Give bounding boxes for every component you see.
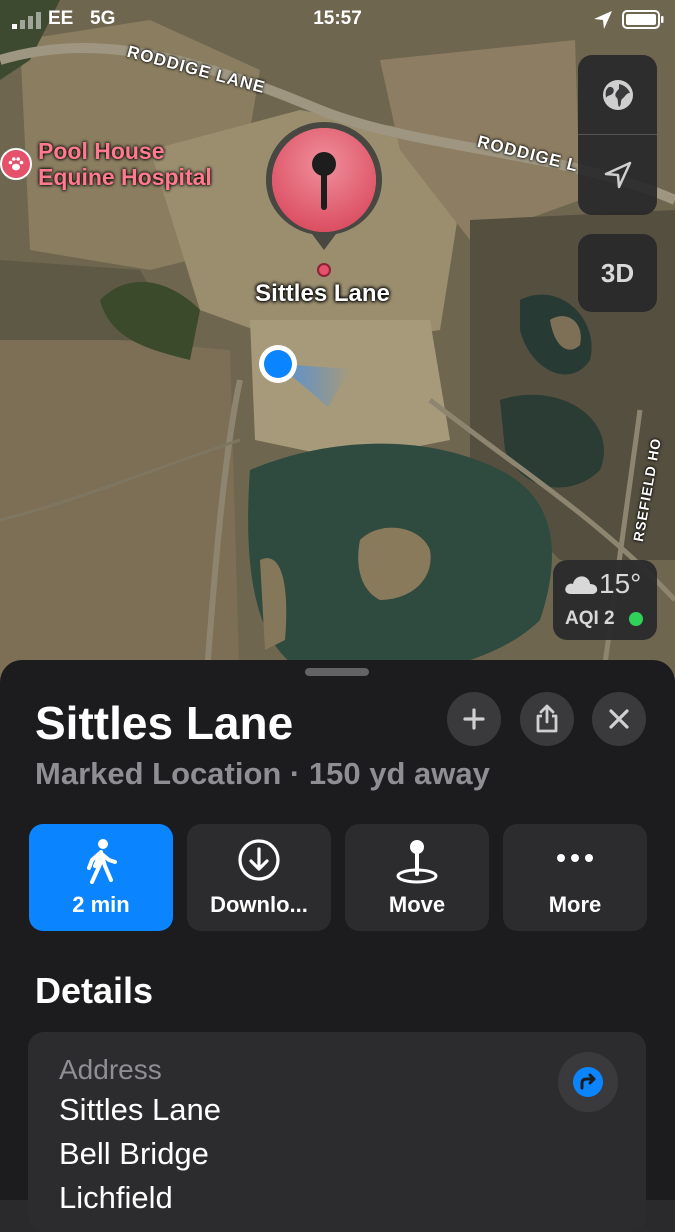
walk-icon <box>29 838 173 884</box>
battery-icon <box>622 10 664 29</box>
more-icon <box>503 838 647 884</box>
address-line: Lichfield <box>59 1180 173 1215</box>
move-pin-icon <box>345 838 489 884</box>
cloud-icon <box>565 576 598 594</box>
address-label: Address <box>59 1054 162 1085</box>
address-line: Bell Bridge <box>59 1136 209 1171</box>
weather-widget[interactable]: 15° AQI 2 <box>553 560 657 640</box>
action-label: Move <box>388 892 446 917</box>
address-directions-button[interactable] <box>558 1052 618 1112</box>
close-icon <box>609 709 629 729</box>
details-heading: Details <box>35 970 154 1011</box>
place-title: Sittles Lane <box>35 697 294 749</box>
clock: 15:57 <box>313 8 362 29</box>
map-controls <box>578 55 657 215</box>
action-label: More <box>548 892 602 917</box>
download-icon <box>187 838 331 884</box>
status-bar: EE 5G 15:57 <box>0 0 675 40</box>
close-button[interactable] <box>592 692 646 746</box>
address-line: Sittles Lane <box>59 1092 221 1127</box>
share-button[interactable] <box>520 692 574 746</box>
directions-icon <box>573 1067 603 1097</box>
track-location-button[interactable] <box>578 135 657 214</box>
poi-pool-house-equine-hospital[interactable]: Pool House Equine Hospital <box>0 138 212 190</box>
add-button[interactable] <box>447 692 501 746</box>
temperature: 15° <box>599 568 642 599</box>
air-quality-index: AQI 2 <box>565 608 615 629</box>
download-button[interactable]: Downlo... <box>187 824 331 931</box>
action-label: Downlo... <box>210 892 308 917</box>
location-services-icon <box>594 11 612 29</box>
current-location-dot[interactable] <box>256 343 366 413</box>
action-label: 2 min <box>72 892 130 917</box>
paw-icon <box>0 148 32 180</box>
place-card-sheet: Sittles Lane Marked Location · 150 yd aw… <box>0 660 675 1232</box>
map-mode-button[interactable] <box>578 55 657 134</box>
share-icon <box>536 704 558 733</box>
3d-toggle-button[interactable]: 3D <box>578 234 657 312</box>
move-pin-button[interactable]: Move <box>345 824 489 931</box>
globe-icon <box>602 79 633 110</box>
poi-name: Pool House Equine Hospital <box>38 138 212 190</box>
map-view[interactable]: EE 5G 15:57 RODDIGE LANE RODDIGE L RSEFI… <box>0 0 675 700</box>
marked-location-pin[interactable] <box>262 118 386 278</box>
pin-label: Sittles Lane <box>255 280 390 307</box>
directions-walk-button[interactable]: 2 min <box>29 824 173 931</box>
aqi-status-dot <box>629 612 643 626</box>
place-subtitle: Marked Location · 150 yd away <box>35 756 490 791</box>
more-button[interactable]: More <box>503 824 647 931</box>
address-card[interactable]: Address Sittles Lane Bell Bridge Lichfie… <box>28 1032 646 1232</box>
plus-icon <box>463 708 485 730</box>
sheet-grabber[interactable] <box>305 668 369 676</box>
location-arrow-icon <box>604 161 631 188</box>
